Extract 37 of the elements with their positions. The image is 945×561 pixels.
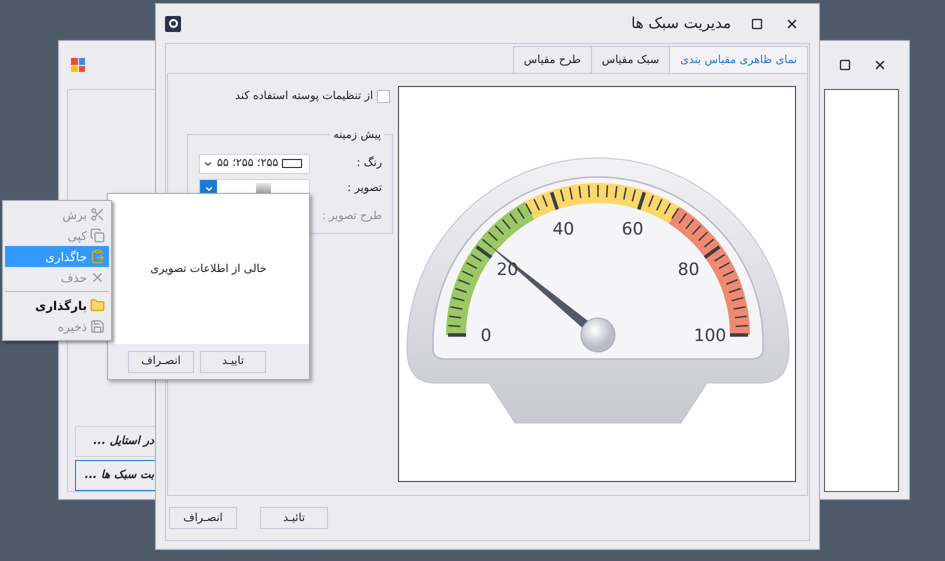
close-icon[interactable] <box>873 58 887 72</box>
image-label: تصویر : <box>347 180 382 196</box>
dialog-button[interactable]: انصـراف <box>169 507 237 529</box>
style-button[interactable]: در استایل ... <box>75 426 157 457</box>
empty-message: خالی از اطلاعات تصویری <box>150 260 267 277</box>
menu-item[interactable]: بارگذاری <box>5 295 109 316</box>
color-label: رنگ : <box>356 155 382 172</box>
color-value: ۲۵۵؛ ۲۵۵؛ ۵۵ <box>217 155 278 172</box>
app-icon <box>165 16 181 32</box>
app-icon <box>71 58 85 72</box>
color-dropdown[interactable]: ۲۵۵؛ ۲۵۵؛ ۵۵ <box>199 154 310 174</box>
copy-icon <box>90 228 105 243</box>
dialog-button[interactable]: تائیـد <box>260 507 328 529</box>
checkbox-label: از تنظیمات پوسته استفاده کند <box>235 88 373 104</box>
maximize-icon[interactable] <box>751 18 763 30</box>
popup-button[interactable]: تاییـد <box>200 350 266 372</box>
popup-button[interactable]: انصـراف <box>128 350 194 372</box>
window-title: مدیریت سبک ها <box>631 13 731 34</box>
gauge-label: 40 <box>552 219 574 240</box>
checkbox[interactable] <box>377 90 390 103</box>
gauge-label: 0 <box>480 326 492 346</box>
tab[interactable]: طرح مقیاس <box>512 46 592 73</box>
folder-icon <box>90 298 105 313</box>
image-layout-label: طرح تصویر : <box>322 208 382 224</box>
delete-icon <box>90 270 105 285</box>
gauge-label: 20 <box>496 260 518 280</box>
color-swatch <box>282 159 302 168</box>
tab[interactable]: نمای ظاهری مقیاس بندی <box>669 46 808 73</box>
gauge-label: 60 <box>622 219 644 240</box>
style-button[interactable]: بت سبک ها ... <box>75 460 157 491</box>
paste-icon <box>90 249 105 264</box>
save-icon <box>90 319 105 334</box>
maximize-icon[interactable] <box>839 59 851 71</box>
scissors-icon <box>90 207 105 222</box>
image-icon <box>256 183 270 194</box>
gauge-label: 80 <box>678 260 700 280</box>
gauge-label: 100 <box>694 326 726 346</box>
